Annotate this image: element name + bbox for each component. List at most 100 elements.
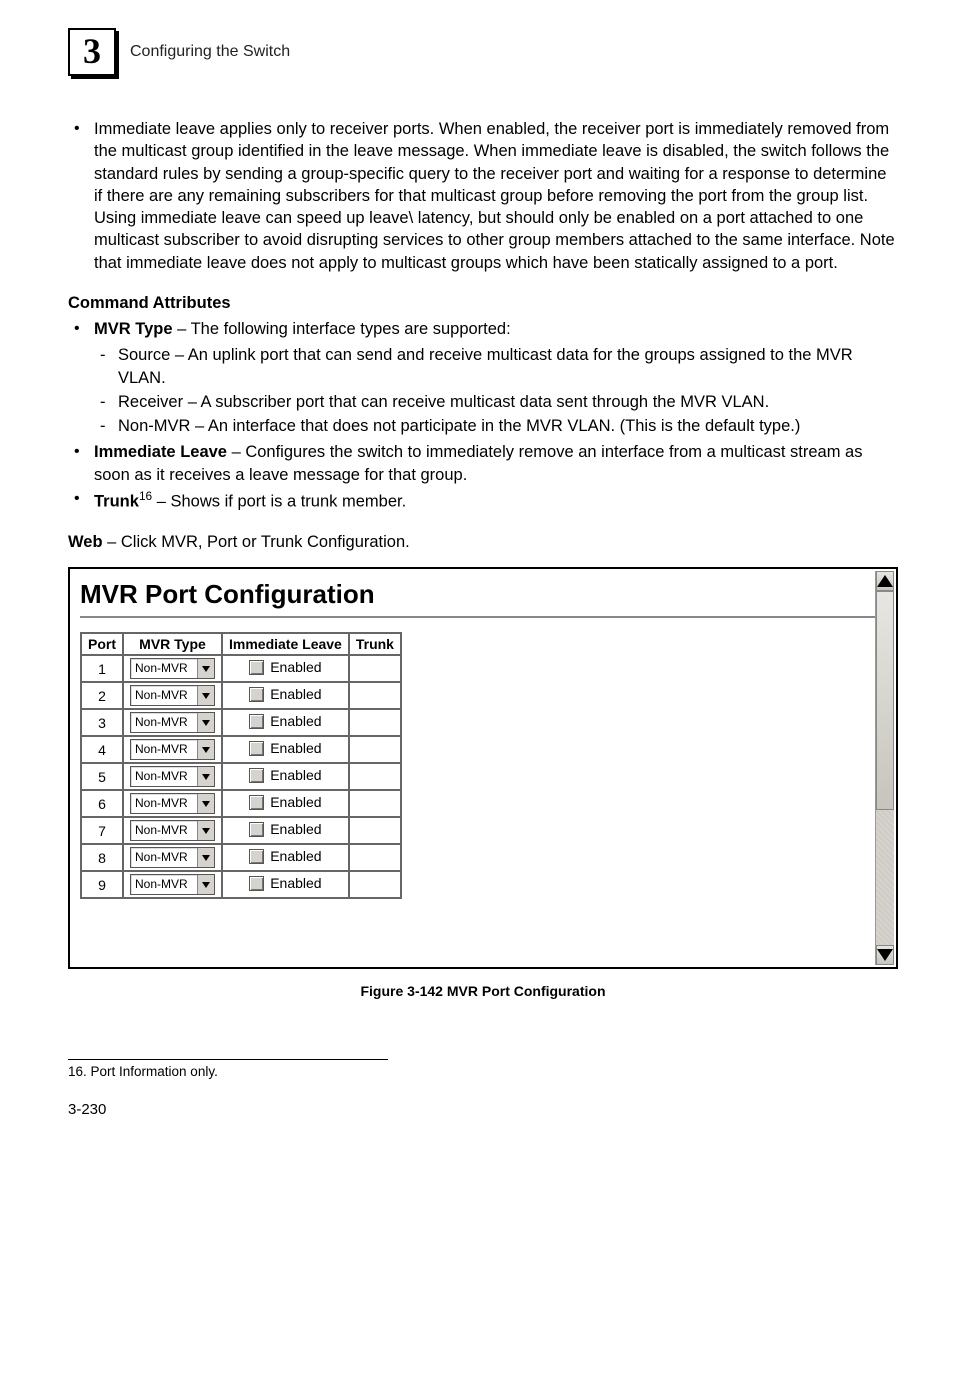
caret-down-icon <box>202 828 210 834</box>
cell-mvrtype: Non-MVR <box>123 709 222 736</box>
attr-immediate-leave-label: Immediate Leave <box>94 443 227 461</box>
scroll-thumb[interactable] <box>876 591 894 810</box>
mvrtype-select[interactable]: Non-MVR <box>130 658 215 679</box>
enabled-label: Enabled <box>270 794 321 810</box>
checkbox-box[interactable] <box>249 687 264 702</box>
cell-immediate-leave: Enabled <box>222 682 349 709</box>
mvrtype-value: Non-MVR <box>131 713 197 732</box>
checkbox-box[interactable] <box>249 795 264 810</box>
table-row: 4 Non-MVR Enabled <box>81 736 401 763</box>
cell-trunk <box>349 790 401 817</box>
checkbox-box[interactable] <box>249 714 264 729</box>
table-row: 5 Non-MVR Enabled <box>81 763 401 790</box>
cell-immediate-leave: Enabled <box>222 709 349 736</box>
cell-mvrtype: Non-MVR <box>123 682 222 709</box>
dropdown-button[interactable] <box>197 686 214 705</box>
enabled-checkbox[interactable]: Enabled <box>249 659 321 675</box>
mvr-config-title: MVR Port Configuration <box>80 579 886 610</box>
enabled-checkbox[interactable]: Enabled <box>249 848 321 864</box>
mvrtype-select[interactable]: Non-MVR <box>130 793 215 814</box>
enabled-label: Enabled <box>270 875 321 891</box>
cell-port: 4 <box>81 736 123 763</box>
scroll-track[interactable] <box>876 591 894 945</box>
cell-port: 9 <box>81 871 123 898</box>
table-row: 2 Non-MVR Enabled <box>81 682 401 709</box>
cell-port: 3 <box>81 709 123 736</box>
dropdown-button[interactable] <box>197 821 214 840</box>
scroll-up-button[interactable] <box>876 571 894 591</box>
dropdown-button[interactable] <box>197 740 214 759</box>
figure-caption: Figure 3-142 MVR Port Configuration <box>68 983 898 999</box>
enabled-checkbox[interactable]: Enabled <box>249 821 321 837</box>
checkbox-box[interactable] <box>249 822 264 837</box>
enabled-checkbox[interactable]: Enabled <box>249 767 321 783</box>
web-label: Web <box>68 533 103 551</box>
cell-trunk <box>349 844 401 871</box>
mvrtype-select[interactable]: Non-MVR <box>130 712 215 733</box>
attr-trunk-desc: – Shows if port is a trunk member. <box>152 492 406 510</box>
cell-immediate-leave: Enabled <box>222 871 349 898</box>
web-instruction: Web – Click MVR, Port or Trunk Configura… <box>68 531 898 553</box>
enabled-checkbox[interactable]: Enabled <box>249 794 321 810</box>
enabled-checkbox[interactable]: Enabled <box>249 713 321 729</box>
cell-port: 6 <box>81 790 123 817</box>
mvr-screenshot: MVR Port Configuration Port MVR Type Imm… <box>68 567 898 969</box>
intro-bullet: Immediate leave applies only to receiver… <box>68 118 898 274</box>
dropdown-button[interactable] <box>197 794 214 813</box>
checkbox-box[interactable] <box>249 849 264 864</box>
attr-mvr-type-desc: – The following interface types are supp… <box>173 320 511 338</box>
mvr-type-receiver: Receiver – A subscriber port that can re… <box>94 391 898 413</box>
mvrtype-select[interactable]: Non-MVR <box>130 766 215 787</box>
mvr-port-table: Port MVR Type Immediate Leave Trunk 1Non… <box>80 632 402 899</box>
dropdown-button[interactable] <box>197 767 214 786</box>
checkbox-box[interactable] <box>249 660 264 675</box>
checkbox-box[interactable] <box>249 876 264 891</box>
enabled-checkbox[interactable]: Enabled <box>249 875 321 891</box>
table-row: 3 Non-MVR Enabled <box>81 709 401 736</box>
cell-mvrtype: Non-MVR <box>123 844 222 871</box>
cell-mvrtype: Non-MVR <box>123 871 222 898</box>
attr-mvr-type-label: MVR Type <box>94 320 173 338</box>
enabled-label: Enabled <box>270 740 321 756</box>
scrollbar[interactable] <box>875 571 894 965</box>
checkbox-box[interactable] <box>249 741 264 756</box>
table-row: 6 Non-MVR Enabled <box>81 790 401 817</box>
enabled-checkbox[interactable]: Enabled <box>249 740 321 756</box>
cell-mvrtype: Non-MVR <box>123 736 222 763</box>
mvrtype-value: Non-MVR <box>131 794 197 813</box>
mvrtype-select[interactable]: Non-MVR <box>130 820 215 841</box>
cell-port: 8 <box>81 844 123 871</box>
footnote-16: 16. Port Information only. <box>68 1064 898 1079</box>
mvrtype-select[interactable]: Non-MVR <box>130 739 215 760</box>
table-row: 7Non-MVREnabled <box>81 817 401 844</box>
dropdown-button[interactable] <box>197 713 214 732</box>
enabled-checkbox[interactable]: Enabled <box>249 686 321 702</box>
caret-down-icon <box>202 720 210 726</box>
enabled-label: Enabled <box>270 821 321 837</box>
chapter-title: Configuring the Switch <box>130 43 290 61</box>
cell-immediate-leave: Enabled <box>222 844 349 871</box>
cell-immediate-leave: Enabled <box>222 790 349 817</box>
cell-trunk <box>349 871 401 898</box>
mvrtype-select[interactable]: Non-MVR <box>130 847 215 868</box>
cell-mvrtype: Non-MVR <box>123 790 222 817</box>
page-number: 3-230 <box>68 1101 898 1118</box>
caret-down-icon <box>202 693 210 699</box>
table-row: 1Non-MVREnabled <box>81 655 401 682</box>
attr-immediate-leave: Immediate Leave – Configures the switch … <box>68 441 898 486</box>
mvr-type-nonmvr: Non-MVR – An interface that does not par… <box>94 415 898 437</box>
dropdown-button[interactable] <box>197 875 214 894</box>
dropdown-button[interactable] <box>197 848 214 867</box>
cell-trunk <box>349 763 401 790</box>
enabled-label: Enabled <box>270 659 321 675</box>
mvrtype-select[interactable]: Non-MVR <box>130 874 215 895</box>
cell-port: 2 <box>81 682 123 709</box>
caret-down-icon <box>202 801 210 807</box>
mvrtype-select[interactable]: Non-MVR <box>130 685 215 706</box>
scroll-down-button[interactable] <box>876 945 894 965</box>
caret-down-icon <box>202 747 210 753</box>
dropdown-button[interactable] <box>197 659 214 678</box>
cell-port: 5 <box>81 763 123 790</box>
checkbox-box[interactable] <box>249 768 264 783</box>
cell-immediate-leave: Enabled <box>222 817 349 844</box>
